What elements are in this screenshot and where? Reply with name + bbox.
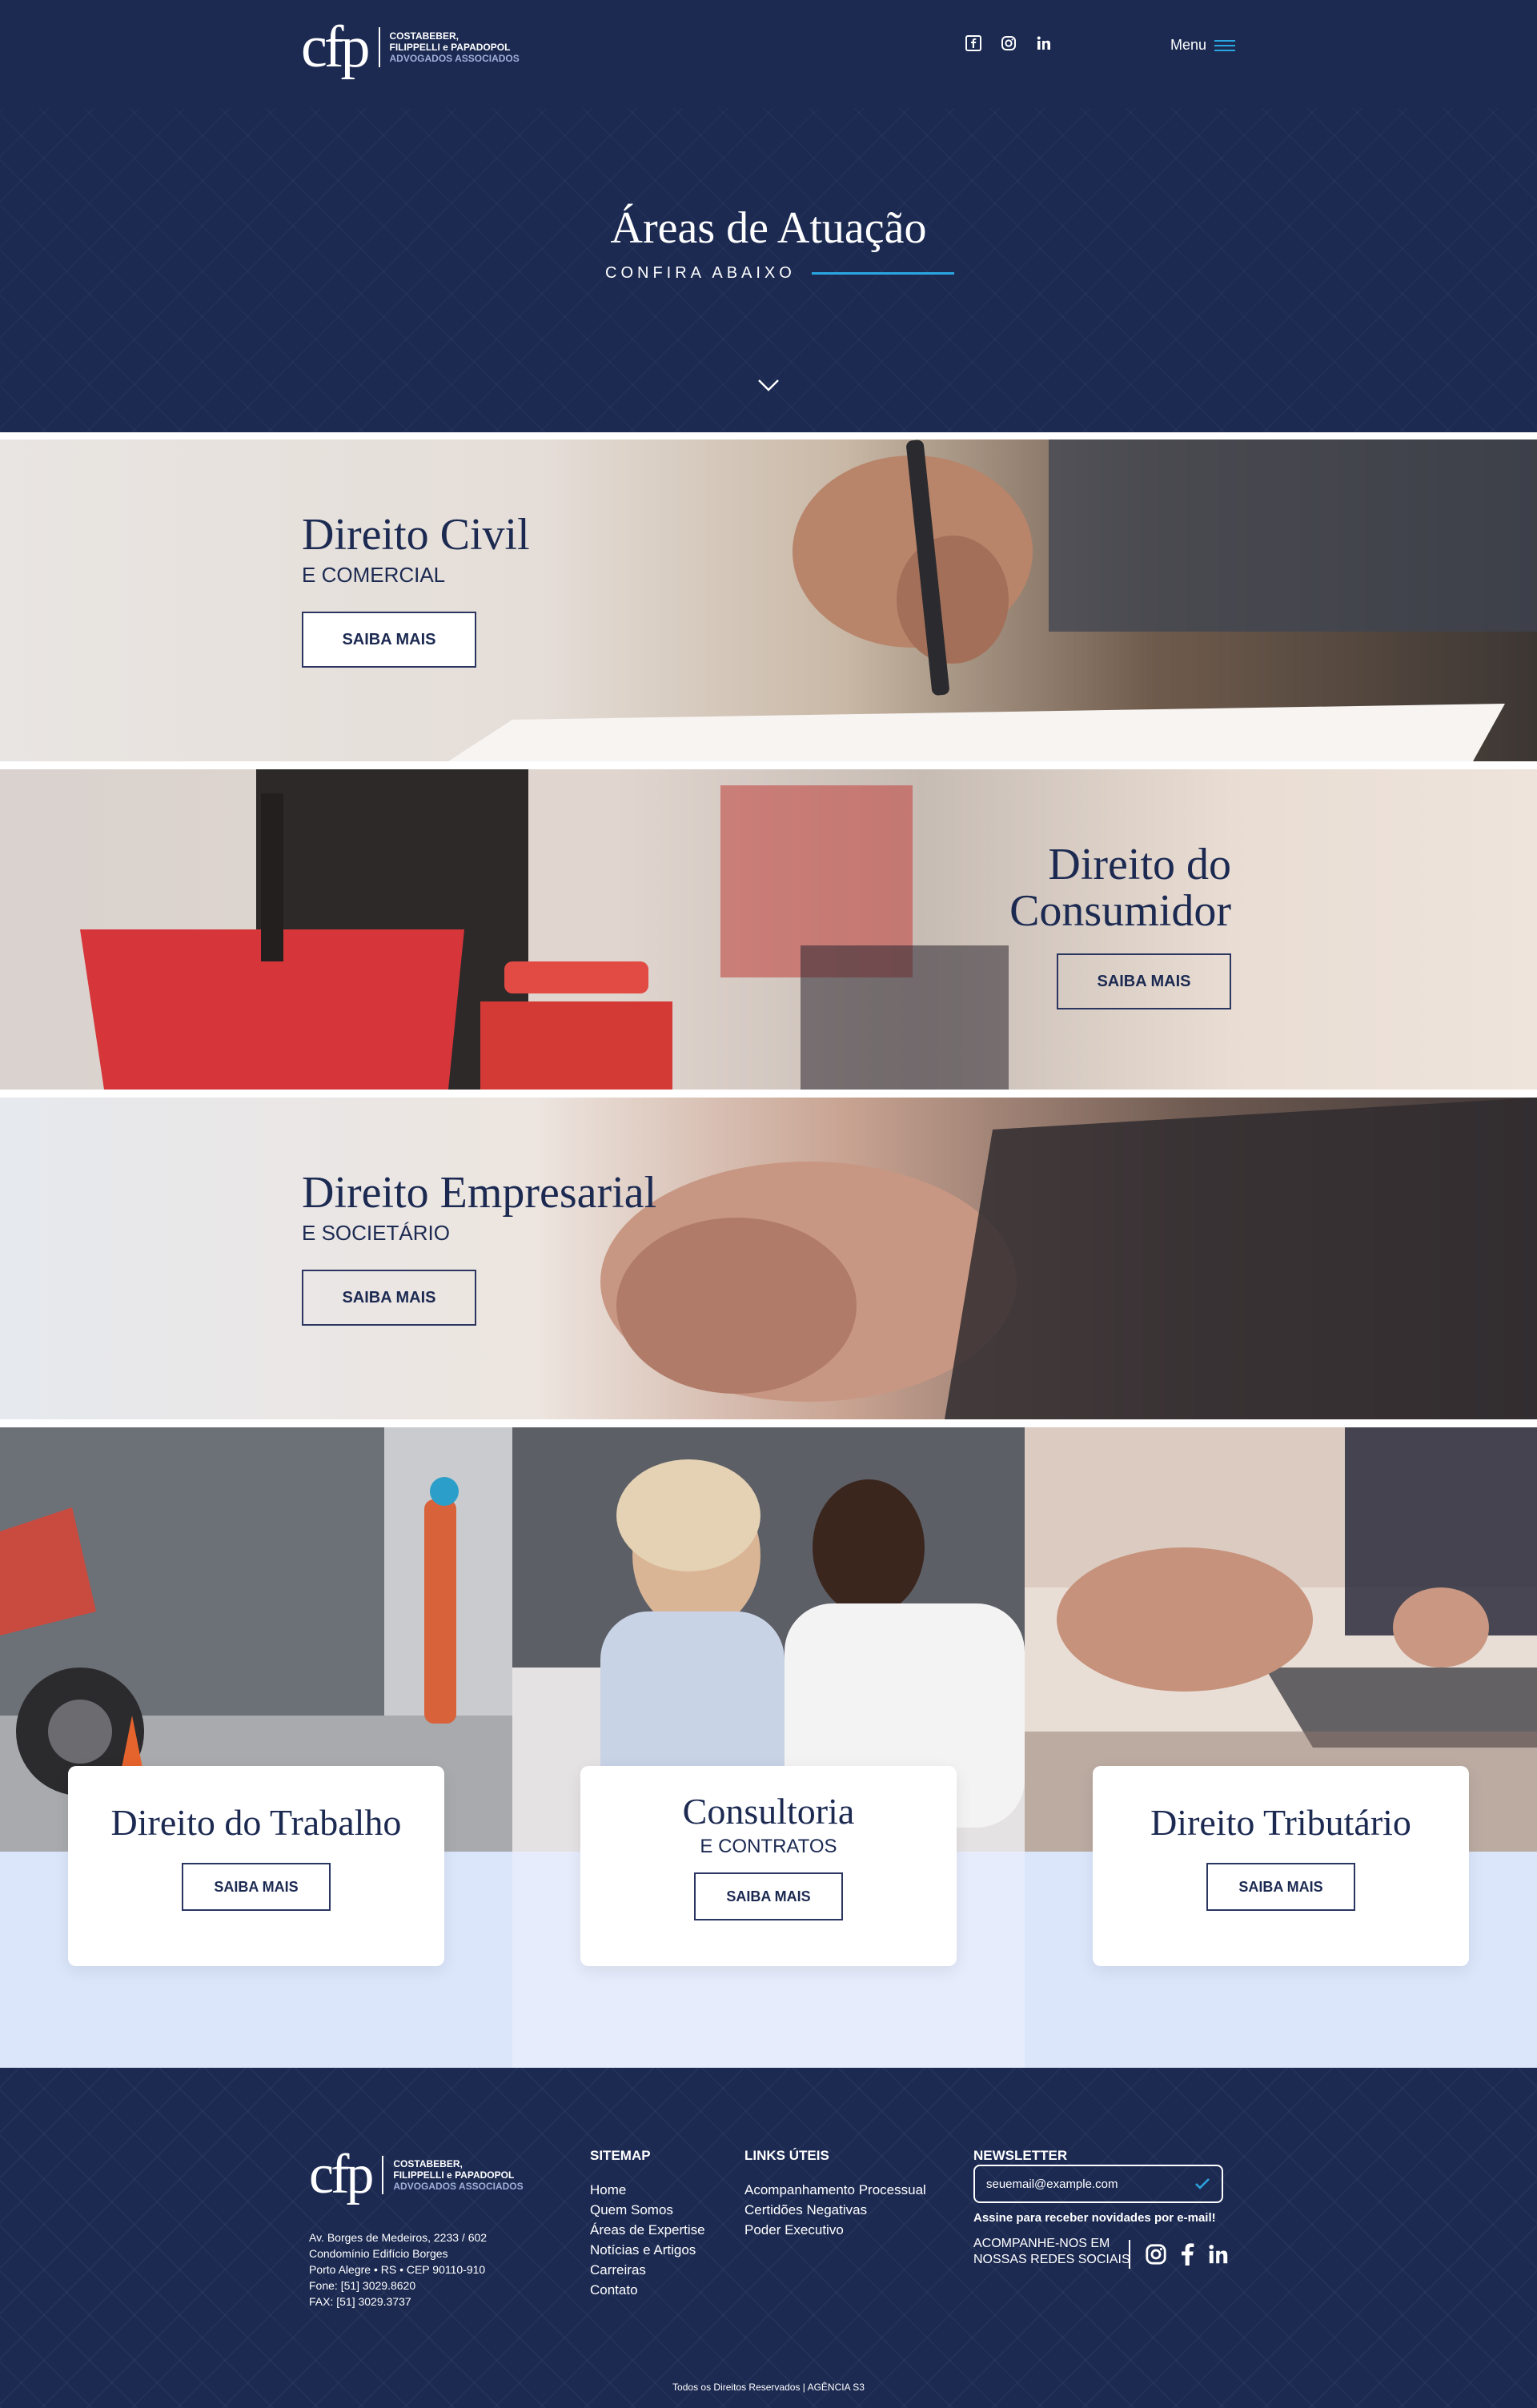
banner-title: Direito do Consumidor: [1009, 841, 1231, 934]
logo-text: COSTABEBER, FILIPPELLI e PAPADOPOL ADVOG…: [390, 30, 520, 64]
newsletter-email-input[interactable]: seuemail@example.com: [973, 2165, 1223, 2203]
banner-direito-empresarial: Direito Empresarial E SOCIETÁRIO SAIBA M…: [0, 1098, 1537, 1419]
link-poder-executivo[interactable]: Poder Executivo: [744, 2220, 926, 2240]
banner-title-line-1: Direito do: [1048, 840, 1231, 889]
hero-accent-line: [811, 272, 954, 275]
card-title: Direito Tributário: [1150, 1802, 1411, 1843]
logo-line-2: FILIPPELLI e PAPADOPOL: [393, 2169, 515, 2181]
site-header: cfp COSTABEBER, FILIPPELLI e PAPADOPOL A…: [0, 0, 1537, 108]
linkedin-icon[interactable]: [1036, 35, 1052, 51]
column-consultoria: [512, 1427, 1025, 2068]
logo-divider: [378, 27, 380, 67]
banner-direito-consumidor: Direito do Consumidor SAIBA MAIS: [0, 769, 1537, 1090]
logo-line-1: COSTABEBER,: [389, 30, 459, 42]
logo-mark: cfp: [301, 14, 370, 80]
newsletter-note: Assine para receber novidades por e-mail…: [973, 2211, 1216, 2225]
link-acompanhamento[interactable]: Acompanhamento Processual: [744, 2180, 926, 2200]
follow-us-text: ACOMPANHE-NOS EM NOSSAS REDES SOCIAIS: [973, 2236, 1130, 2268]
facebook-icon[interactable]: [1178, 2243, 1196, 2266]
chevron-down-icon[interactable]: [756, 372, 781, 398]
sitemap-link-home[interactable]: Home: [590, 2180, 705, 2200]
logo-text: COSTABEBER, FILIPPELLI e PAPADOPOL ADVOG…: [393, 2158, 523, 2192]
card-direito-trabalho: Direito do Trabalho SAIBA MAIS: [68, 1766, 444, 1966]
phone-line: Fone: [51] 3029.8620: [309, 2279, 416, 2292]
footer-social-links: [1129, 2240, 1230, 2269]
copyright: Todos os Direitos Reservados | AGÊNCIA S…: [672, 2382, 865, 2393]
logo-line-3: ADVOGADOS ASSOCIADOS: [389, 53, 520, 64]
hero-section: Áreas de Atuação CONFIRA ABAIXO: [0, 108, 1537, 432]
facebook-icon[interactable]: [965, 35, 981, 51]
links-heading: LINKS ÚTEIS: [744, 2148, 829, 2163]
logo-line-3: ADVOGADOS ASSOCIADOS: [393, 2181, 524, 2192]
saiba-mais-button[interactable]: SAIBA MAIS: [182, 1863, 331, 1911]
logo-mark: cfp: [309, 2144, 374, 2205]
hero-subtitle: CONFIRA ABAIXO: [605, 264, 954, 283]
card-title: Consultoria: [682, 1791, 855, 1832]
address-line: Condomínio Edifício Borges: [309, 2247, 448, 2260]
banner-subtitle: E COMERCIAL: [302, 563, 446, 587]
logo-line-2: FILIPPELLI e PAPADOPOL: [389, 42, 511, 53]
linkedin-icon[interactable]: [1207, 2243, 1230, 2266]
logo-line-1: COSTABEBER,: [393, 2158, 463, 2169]
footer-address: Av. Borges de Medeiros, 2233 / 602 Condo…: [309, 2229, 487, 2310]
fax-line: FAX: [51] 3029.3737: [309, 2295, 411, 2308]
sitemap-link-quem-somos[interactable]: Quem Somos: [590, 2200, 705, 2220]
page-title: Áreas de Atuação: [610, 203, 927, 253]
signing-hand-photo: [448, 439, 1537, 761]
instagram-icon[interactable]: [1145, 2243, 1167, 2266]
sitemap-link-noticias[interactable]: Notícias e Artigos: [590, 2240, 705, 2260]
column-direito-trabalho: [0, 1427, 512, 2068]
saiba-mais-button[interactable]: SAIBA MAIS: [694, 1872, 843, 1920]
sitemap-link-carreiras[interactable]: Carreiras: [590, 2260, 705, 2280]
banner-title-line-2: Consumidor: [1009, 886, 1231, 936]
card-title: Direito do Trabalho: [110, 1802, 402, 1843]
follow-line-1: ACOMPANHE-NOS EM: [973, 2237, 1110, 2250]
card-subtitle: E CONTRATOS: [700, 1836, 837, 1857]
card-direito-tributario: Direito Tributário SAIBA MAIS: [1093, 1766, 1469, 1966]
saiba-mais-button[interactable]: SAIBA MAIS: [1206, 1863, 1355, 1911]
sitemap-link-areas[interactable]: Áreas de Expertise: [590, 2220, 705, 2240]
banner-direito-civil: Direito Civil E COMERCIAL SAIBA MAIS: [0, 439, 1537, 761]
saiba-mais-button[interactable]: SAIBA MAIS: [302, 1270, 476, 1326]
menu-label: Menu: [1170, 37, 1207, 53]
footer-logo[interactable]: cfp COSTABEBER, FILIPPELLI e PAPADOPOL A…: [309, 2147, 524, 2203]
handshake-photo: [600, 1098, 1537, 1419]
link-certidoes[interactable]: Certidões Negativas: [744, 2200, 926, 2220]
shopping-basket-photo: [80, 769, 1009, 1090]
hamburger-icon: [1214, 39, 1236, 51]
hero-subtitle-text: CONFIRA ABAIXO: [605, 264, 796, 282]
footer-sitemap: SITEMAP Home Quem Somos Áreas de Experti…: [590, 2145, 705, 2300]
saiba-mais-button[interactable]: SAIBA MAIS: [1057, 953, 1231, 1009]
address-line: Av. Borges de Medeiros, 2233 / 602: [309, 2231, 488, 2244]
sitemap-heading: SITEMAP: [590, 2148, 651, 2163]
address-line: Porto Alegre • RS • CEP 90110-910: [309, 2263, 486, 2276]
column-direito-tributario: [1025, 1427, 1537, 2068]
sitemap-link-contato[interactable]: Contato: [590, 2280, 705, 2300]
logo-divider: [382, 2156, 384, 2194]
menu-button[interactable]: Menu: [1170, 37, 1236, 54]
newsletter-heading: NEWSLETTER: [973, 2148, 1068, 2163]
card-consultoria: Consultoria E CONTRATOS SAIBA MAIS: [580, 1766, 957, 1966]
banner-subtitle: E SOCIETÁRIO: [302, 1221, 450, 1245]
instagram-icon[interactable]: [1001, 35, 1017, 51]
saiba-mais-button[interactable]: SAIBA MAIS: [302, 612, 476, 668]
header-social-links: [965, 35, 1052, 51]
checkmark-icon[interactable]: [1194, 2177, 1210, 2190]
banner-title: Direito Civil: [302, 510, 530, 560]
newsletter-placeholder: seuemail@example.com: [986, 2177, 1118, 2191]
practice-areas-grid: Direito do Trabalho SAIBA MAIS Consultor…: [0, 1427, 1537, 2068]
follow-line-2: NOSSAS REDES SOCIAIS: [973, 2253, 1130, 2266]
banner-title: Direito Empresarial: [302, 1168, 657, 1218]
site-logo[interactable]: cfp COSTABEBER, FILIPPELLI e PAPADOPOL A…: [301, 18, 520, 77]
footer-links: LINKS ÚTEIS Acompanhamento Processual Ce…: [744, 2145, 926, 2240]
